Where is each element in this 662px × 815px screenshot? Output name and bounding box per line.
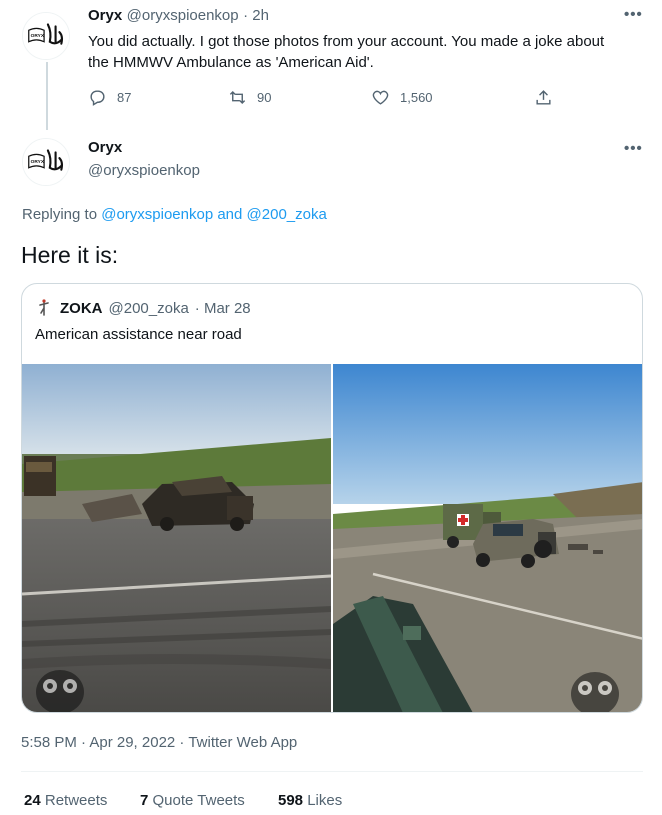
- likes-label: Likes: [307, 792, 343, 809]
- author-name[interactable]: Oryx: [88, 139, 122, 156]
- retweets-stat[interactable]: 24 Retweets: [24, 792, 107, 809]
- more-icon[interactable]: •••: [624, 140, 643, 157]
- tweet-timestamp[interactable]: 5:58 PM · Apr 29, 2022 · Twitter Web App: [21, 734, 297, 751]
- retweet-button[interactable]: 90: [228, 88, 271, 107]
- avatar: [34, 298, 54, 318]
- tweet-time[interactable]: · 2h: [243, 7, 269, 24]
- svg-text:ORYX: ORYX: [31, 159, 45, 165]
- more-icon[interactable]: •••: [624, 6, 643, 23]
- reply-tweet-header: Oryx @oryxspioenkop · 2h: [88, 7, 269, 25]
- tweet-text: Here it is:: [21, 242, 119, 268]
- tweet-time: · Mar 28: [194, 299, 251, 317]
- author-name: ZOKA: [60, 299, 103, 317]
- quoted-tweet-header: ZOKA @200_zoka · Mar 28: [34, 298, 251, 318]
- author-handle[interactable]: @oryxspioenkop: [88, 162, 200, 179]
- avatar[interactable]: ORYX: [22, 12, 70, 60]
- photo-ambulance-and-suv: [333, 364, 642, 712]
- replying-to-label: Replying to: [22, 206, 98, 223]
- quoted-tweet-card[interactable]: ZOKA @200_zoka · Mar 28 American assista…: [21, 283, 643, 713]
- thread-line: [46, 62, 48, 130]
- author-handle: @200_zoka: [108, 299, 189, 317]
- avatar[interactable]: ORYX: [22, 138, 70, 186]
- reply-button[interactable]: 87: [88, 88, 131, 107]
- photo-destroyed-vehicle: [22, 364, 331, 712]
- likes-count: 598: [278, 792, 304, 809]
- oryx-logo-icon: ORYX: [23, 13, 69, 59]
- like-button[interactable]: 1,560: [371, 88, 433, 107]
- like-count: 1,560: [400, 90, 433, 105]
- share-button[interactable]: [534, 88, 553, 107]
- mention-link[interactable]: @200_zoka: [247, 206, 327, 223]
- retweets-count: 24: [24, 792, 41, 809]
- replying-to: Replying to @oryxspioenkop and @200_zoka: [22, 206, 327, 223]
- retweet-icon: [229, 90, 246, 105]
- likes-stat[interactable]: 598 Likes: [278, 792, 342, 809]
- author-handle[interactable]: @oryxspioenkop: [127, 7, 239, 24]
- tweet-text: You did actually. I got those photos fro…: [88, 33, 605, 71]
- reply-icon: [90, 90, 105, 106]
- share-icon: [536, 90, 551, 105]
- mention-link[interactable]: @oryxspioenkop: [101, 206, 213, 223]
- retweet-count: 90: [257, 90, 272, 105]
- quoted-tweet-text: American assistance near road: [35, 326, 242, 343]
- figure-icon: [39, 299, 49, 316]
- tweet-photo[interactable]: [333, 364, 642, 712]
- quote-tweets-stat[interactable]: 7 Quote Tweets: [140, 792, 245, 809]
- quotes-count: 7: [140, 792, 149, 809]
- replying-and-label[interactable]: and: [217, 206, 242, 223]
- author-name[interactable]: Oryx: [88, 7, 122, 24]
- like-icon: [372, 90, 389, 105]
- divider: [21, 771, 643, 772]
- reply-count: 87: [117, 90, 132, 105]
- oryx-logo-icon: ORYX: [23, 139, 69, 185]
- quotes-label: Quote Tweets: [152, 792, 245, 809]
- tweet-photo[interactable]: [22, 364, 331, 712]
- retweets-label: Retweets: [44, 792, 108, 809]
- svg-text:ORYX: ORYX: [31, 33, 45, 39]
